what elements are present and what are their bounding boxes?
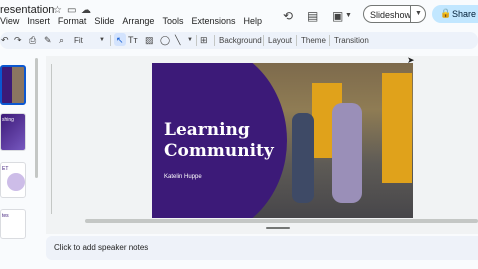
canvas-scrollbar[interactable] [85,219,478,223]
slide-thumbnail-2[interactable]: shing [0,113,26,151]
text-box-icon[interactable]: Tт [128,35,138,45]
doc-title[interactable]: resentation [0,4,54,16]
slide-thumbnail-3[interactable]: ET [0,162,26,198]
layout-button[interactable]: Layout [268,36,292,45]
menu-bar: View Insert Format Slide Arrange Tools E… [0,16,262,26]
slideshow-label: Slideshow [370,10,412,20]
divider [410,6,411,22]
menu-format[interactable]: Format [58,16,87,26]
cloud-status-icon[interactable]: ☁ [81,5,91,16]
menu-view[interactable]: View [0,16,19,26]
thumb-circle [7,173,25,191]
speaker-notes[interactable]: Click to add speaker notes [46,236,478,260]
slideshow-button[interactable]: Slideshow ▼ [363,5,426,23]
slide-author[interactable]: Katelin Huppe [164,174,202,180]
divider [263,35,264,46]
divider [214,35,215,46]
zoom-select[interactable]: Fit [74,36,83,45]
share-button[interactable]: 🔒 Share [432,5,478,23]
add-comment-icon[interactable]: ⊞ [200,35,208,46]
thumb-photo [12,67,24,103]
thumb-panel [2,67,12,103]
theme-button[interactable]: Theme [301,36,326,45]
slide-title-line: Community [164,141,274,161]
menu-help[interactable]: Help [243,16,262,26]
redo-icon[interactable]: ↷ [14,35,22,46]
paint-format-icon[interactable]: ✎ [44,35,52,46]
divider [196,35,197,46]
photo-bus-right [382,73,412,183]
menu-arrange[interactable]: Arrange [122,16,154,26]
share-label: Share [452,9,477,19]
filmstrip-scrollbar[interactable] [35,58,38,178]
slide-title-line: Learning [164,120,250,140]
divider [296,35,297,46]
transition-button[interactable]: Transition [334,36,369,45]
zoom-chevron-icon[interactable]: ▼ [99,37,105,43]
mouse-cursor-icon: ➤ [407,55,415,65]
photo-child [332,103,362,203]
menu-extensions[interactable]: Extensions [191,16,235,26]
zoom-icon[interactable]: ⌕ [59,35,64,46]
background-button[interactable]: Background [219,36,262,45]
menu-slide[interactable]: Slide [94,16,114,26]
divider [329,35,330,46]
slide-title[interactable]: Learning Community [164,120,274,162]
vertical-ruler [48,64,52,214]
history-icon[interactable]: ⟲ [283,9,293,23]
star-icon[interactable]: ☆ [53,5,62,16]
menu-tools[interactable]: Tools [162,16,183,26]
notes-resize-handle[interactable] [266,227,290,229]
move-folder-icon[interactable]: ▭ [67,5,76,16]
undo-icon[interactable]: ↶ [1,35,9,46]
photo-child [292,113,314,203]
print-icon[interactable]: ⎙ [29,35,36,46]
menu-insert[interactable]: Insert [27,16,50,26]
lock-icon: 🔒 [440,8,452,18]
thumb-text: ET [2,166,9,172]
chevron-down-icon[interactable]: ▼ [345,12,352,19]
speaker-notes-placeholder: Click to add speaker notes [54,243,149,252]
meet-icon[interactable]: ▣ [332,9,343,23]
shape-icon[interactable]: ◯ [160,35,170,46]
line-chevron-icon[interactable]: ▼ [187,37,193,43]
line-icon[interactable]: ╲ [175,35,180,46]
divider [110,35,111,46]
thumb-text: tes [2,213,9,219]
thumb-text: shing [2,117,14,123]
comments-icon[interactable]: ▤ [307,9,318,23]
image-icon[interactable]: ▨ [145,35,154,46]
slide-thumbnail-4[interactable]: tes [0,209,26,239]
slide-thumbnail-1[interactable] [0,65,26,105]
slide[interactable]: Learning Community Katelin Huppe [152,63,413,218]
select-cursor-icon[interactable]: ↖ [116,35,124,46]
slideshow-options-icon[interactable]: ▼ [415,10,422,17]
